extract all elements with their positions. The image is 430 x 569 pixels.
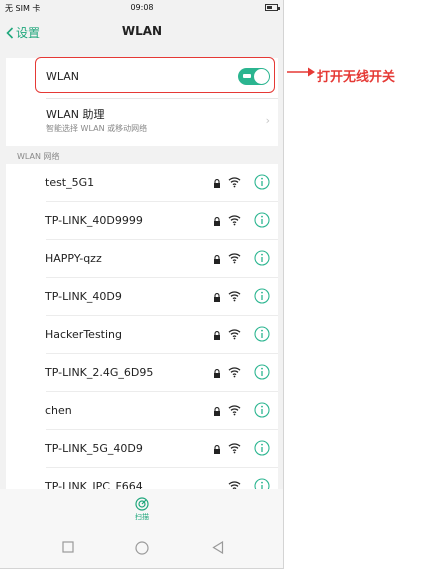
recent-apps-icon[interactable] (62, 541, 74, 553)
network-name: TP-LINK_40D9 (45, 290, 122, 303)
wifi-signal-icon (228, 405, 241, 416)
network-row[interactable]: TP-LINK_5G_40D9 (6, 430, 278, 468)
lock-icon (214, 331, 220, 340)
back-nav-icon[interactable] (212, 541, 224, 554)
network-row[interactable]: HackerTesting (6, 316, 278, 354)
wlan-toggle-highlight-box (35, 57, 275, 93)
wifi-signal-icon (228, 177, 241, 188)
chevron-right-icon: › (265, 114, 270, 127)
lock-icon (214, 445, 220, 454)
wifi-signal-icon (228, 291, 241, 302)
network-name: HackerTesting (45, 328, 122, 341)
network-list: test_5G1 TP-LINK_40D9999 HAPPY-qzz TP-LINK_… (6, 164, 278, 506)
network-row[interactable]: test_5G1 (6, 164, 278, 202)
lock-icon (214, 407, 220, 416)
wlan-assistant-title: WLAN 助理 (46, 108, 105, 121)
clock: 09:08 (130, 3, 154, 12)
network-name: HAPPY-qzz (45, 252, 102, 265)
lock-icon (214, 293, 220, 302)
info-icon[interactable] (254, 364, 270, 380)
network-name: test_5G1 (45, 176, 95, 189)
page-title: WLAN (121, 24, 163, 38)
scan-label: 扫描 (135, 513, 149, 521)
info-icon[interactable] (254, 250, 270, 266)
network-row[interactable]: TP-LINK_40D9999 (6, 202, 278, 240)
bottom-area: 扫描 (0, 489, 283, 568)
network-name: TP-LINK_5G_40D9 (45, 442, 143, 455)
network-row[interactable]: TP-LINK_2.4G_6D95 (6, 354, 278, 392)
navigation-bar: 设置 WLAN (0, 16, 283, 48)
section-label-networks: WLAN 网络 (17, 152, 60, 161)
info-icon[interactable] (254, 174, 270, 190)
battery-icon (265, 4, 280, 11)
radar-icon (135, 497, 149, 511)
status-bar: 无 SIM 卡 09:08 (0, 0, 283, 16)
scan-button[interactable]: 扫描 (0, 497, 283, 522)
phone-screen: 无 SIM 卡 09:08 设置 WLAN WLAN WLAN 助理 智能选择 … (0, 0, 284, 569)
lock-icon (214, 217, 220, 226)
network-name: chen (45, 404, 72, 417)
wifi-signal-icon (228, 443, 241, 454)
wifi-signal-icon (228, 253, 241, 264)
network-name: TP-LINK_40D9999 (45, 214, 143, 227)
lock-icon (214, 255, 220, 264)
wlan-assistant-row[interactable]: WLAN 助理 智能选择 WLAN 或移动网络 › (6, 99, 278, 146)
network-row[interactable]: HAPPY-qzz (6, 240, 278, 278)
annotation-arrow-icon (287, 67, 315, 77)
home-icon[interactable] (135, 541, 149, 555)
annotation-text: 打开无线开关 (317, 70, 396, 85)
wifi-signal-icon (228, 367, 241, 378)
info-icon[interactable] (254, 440, 270, 456)
info-icon[interactable] (254, 288, 270, 304)
lock-icon (214, 369, 220, 378)
system-nav-bar (0, 537, 283, 563)
wifi-signal-icon (228, 215, 241, 226)
info-icon[interactable] (254, 212, 270, 228)
wifi-signal-icon (228, 329, 241, 340)
network-name: TP-LINK_2.4G_6D95 (45, 366, 154, 379)
info-icon[interactable] (254, 326, 270, 342)
info-icon[interactable] (254, 402, 270, 418)
lock-icon (214, 179, 220, 188)
network-row[interactable]: chen (6, 392, 278, 430)
wlan-assistant-subtitle: 智能选择 WLAN 或移动网络 (46, 124, 148, 133)
network-row[interactable]: TP-LINK_40D9 (6, 278, 278, 316)
